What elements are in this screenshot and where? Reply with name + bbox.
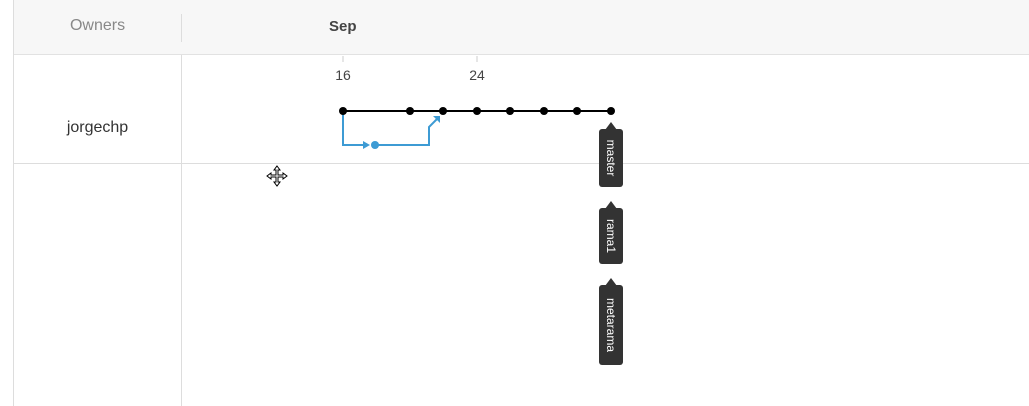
date-label-16: 16: [335, 67, 351, 83]
commit-dot-branch[interactable]: [371, 141, 379, 149]
commit-dot[interactable]: [540, 107, 548, 115]
commit-dot[interactable]: [339, 107, 347, 115]
branch-arrowhead-right: [363, 141, 370, 149]
branch-tag-metarama[interactable]: metarama: [599, 278, 623, 365]
branch-line-segment: [342, 111, 367, 146]
commit-dot[interactable]: [506, 107, 514, 115]
commit-dot[interactable]: [473, 107, 481, 115]
commit-dot-head[interactable]: [607, 107, 615, 115]
commit-dot[interactable]: [406, 107, 414, 115]
branch-tag-master[interactable]: master: [599, 122, 623, 187]
date-label-24: 24: [469, 67, 485, 83]
commit-dot[interactable]: [573, 107, 581, 115]
branch-tag-label: metarama: [604, 298, 618, 352]
commit-graph: 16 24 master rama1 metarama: [335, 56, 623, 365]
branch-tag-label: master: [604, 140, 618, 177]
move-cursor-icon: [266, 165, 288, 187]
merge-line-segment: [375, 118, 438, 146]
branch-tag-rama1[interactable]: rama1: [599, 201, 623, 264]
branch-tag-label: rama1: [604, 219, 618, 253]
commit-dot[interactable]: [439, 107, 447, 115]
